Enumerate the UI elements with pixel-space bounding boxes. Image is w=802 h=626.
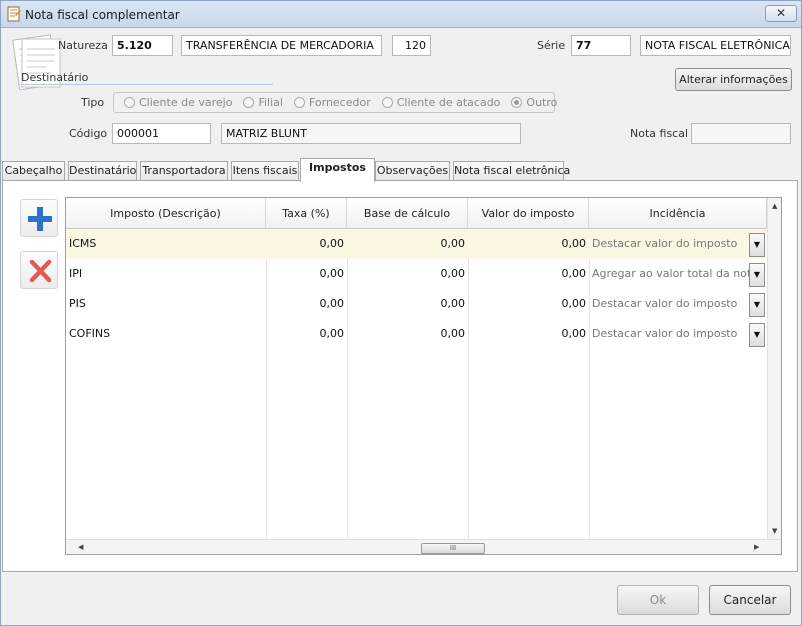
ok-button[interactable]: Ok (617, 585, 699, 615)
cell-taxa[interactable]: 0,00 (266, 289, 347, 319)
cell-valor[interactable]: 0,00 (468, 259, 589, 289)
radio-circle-icon (293, 97, 305, 108)
incidencia-dropdown-button[interactable]: ▼ (749, 293, 765, 317)
window: Nota fiscal complementar ✕ Natureza 5.12… (0, 0, 802, 626)
horizontal-scrollbar[interactable]: ◀ III ▶ (66, 539, 781, 554)
title-bar: Nota fiscal complementar ✕ (1, 1, 801, 28)
remove-imposto-button[interactable] (20, 251, 58, 289)
tipo-radio-outro[interactable]: Outro (511, 96, 557, 109)
cell-valor[interactable]: 0,00 (468, 319, 589, 349)
cell-base[interactable]: 0,00 (347, 229, 468, 259)
codigo-label: Código (69, 127, 108, 140)
radio-selected-icon (511, 97, 523, 108)
tipo-radio-cliente-varejo[interactable]: Cliente de varejo (124, 96, 232, 109)
destinatario-section-label: Destinatário (21, 71, 89, 84)
table-row[interactable]: COFINS 0,00 0,00 0,00 Destacar valor do … (66, 319, 766, 349)
tab-observacoes[interactable]: Observações (375, 161, 450, 181)
tab-strip: Cabeçalho Destinatário Transportadora It… (1, 158, 801, 182)
tab-nota-fiscal-eletronica[interactable]: Nota fiscal eletrônica (453, 161, 570, 181)
cell-valor[interactable]: 0,00 (468, 289, 589, 319)
tab-transportadora[interactable]: Transportadora (140, 161, 228, 181)
scroll-down-icon[interactable]: ▼ (772, 527, 777, 535)
close-button[interactable]: ✕ (765, 5, 797, 22)
triangle-down-icon: ▼ (753, 330, 761, 339)
codigo-field[interactable]: 000001 (112, 123, 211, 144)
column-header-base[interactable]: Base de cálculo (347, 198, 468, 229)
tipo-radio-fornecedor[interactable]: Fornecedor (293, 96, 371, 109)
incidencia-dropdown-button[interactable]: ▼ (749, 323, 765, 347)
cell-imposto: PIS (69, 297, 86, 310)
cell-valor[interactable]: 0,00 (468, 229, 589, 259)
tab-itens-fiscais[interactable]: Itens fiscais (231, 161, 299, 181)
column-header-valor[interactable]: Valor do imposto (468, 198, 589, 229)
natureza-number-field[interactable]: 120 (392, 35, 431, 56)
column-header-taxa[interactable]: Taxa (%) (266, 198, 347, 229)
table-row[interactable]: PIS 0,00 0,00 0,00 Destacar valor do imp… (66, 289, 766, 319)
app-document-icon (7, 6, 21, 22)
triangle-down-icon: ▼ (753, 270, 761, 279)
tipo-label: Tipo (81, 96, 105, 109)
scroll-left-icon[interactable]: ◀ (78, 543, 83, 551)
radio-circle-icon (381, 97, 393, 108)
natureza-label: Natureza (58, 39, 108, 52)
tab-cabecalho[interactable]: Cabeçalho (2, 161, 65, 181)
cell-imposto: ICMS (69, 237, 97, 250)
scroll-right-icon[interactable]: ▶ (754, 543, 759, 551)
natureza-code-field[interactable]: 5.120 (112, 35, 173, 56)
cancel-button[interactable]: Cancelar (709, 585, 791, 615)
impostos-grid: Imposto (Descrição) Taxa (%) Base de cál… (65, 197, 782, 555)
nota-fiscal-label: Nota fiscal (630, 127, 689, 140)
triangle-down-icon: ▼ (753, 240, 761, 249)
vertical-scrollbar[interactable]: ▲ ▼ (767, 198, 781, 539)
column-header-imposto[interactable]: Imposto (Descrição) (66, 198, 266, 229)
plus-icon (28, 207, 52, 231)
cell-imposto: COFINS (69, 327, 111, 340)
cell-taxa[interactable]: 0,00 (266, 319, 347, 349)
horizontal-scroll-thumb[interactable]: III (421, 543, 485, 554)
tab-destinatario[interactable]: Destinatário (68, 161, 137, 181)
add-imposto-button[interactable] (20, 199, 58, 237)
tab-impostos[interactable]: Impostos (300, 158, 375, 182)
table-row[interactable]: IPI 0,00 0,00 0,00 Agregar ao valor tota… (66, 259, 766, 289)
alterar-informacoes-button[interactable]: Alterar informações (675, 68, 792, 91)
serie-description-field[interactable]: NOTA FISCAL ELETRÔNICA (640, 35, 791, 56)
natureza-description-field[interactable]: TRANSFERÊNCIA DE MERCADORIA (181, 35, 382, 56)
column-header-incidencia[interactable]: Incidência (589, 198, 767, 229)
section-divider (21, 84, 273, 85)
cell-incidencia: Destacar valor do imposto (592, 327, 738, 340)
tipo-radio-cliente-atacado[interactable]: Cliente de atacado (381, 96, 500, 109)
tipo-radio-filial[interactable]: Filial (243, 96, 283, 109)
cell-imposto: IPI (69, 267, 83, 280)
cell-base[interactable]: 0,00 (347, 259, 468, 289)
x-icon (29, 259, 52, 283)
window-title: Nota fiscal complementar (25, 8, 180, 22)
cell-taxa[interactable]: 0,00 (266, 259, 347, 289)
cell-incidencia: Destacar valor do imposto (592, 297, 738, 310)
cell-base[interactable]: 0,00 (347, 319, 468, 349)
serie-code-field[interactable]: 77 (571, 35, 631, 56)
scroll-up-icon[interactable]: ▲ (772, 202, 777, 210)
cell-incidencia: Destacar valor do imposto (592, 237, 738, 250)
table-row[interactable]: ICMS 0,00 0,00 0,00 Destacar valor do im… (66, 229, 766, 259)
radio-circle-icon (243, 97, 255, 108)
serie-label: Série (537, 39, 566, 52)
tipo-radio-group: Cliente de varejo Filial Fornecedor Clie… (113, 92, 557, 113)
incidencia-dropdown-button[interactable]: ▼ (749, 233, 765, 257)
nota-fiscal-field[interactable] (691, 123, 791, 144)
incidencia-dropdown-button[interactable]: ▼ (749, 263, 765, 287)
cell-incidencia: Agregar ao valor total da nota (592, 267, 749, 280)
radio-circle-icon (124, 97, 135, 108)
cell-taxa[interactable]: 0,00 (266, 229, 347, 259)
cell-base[interactable]: 0,00 (347, 289, 468, 319)
triangle-down-icon: ▼ (753, 300, 761, 309)
destinatario-name-field[interactable]: MATRIZ BLUNT (221, 123, 521, 144)
